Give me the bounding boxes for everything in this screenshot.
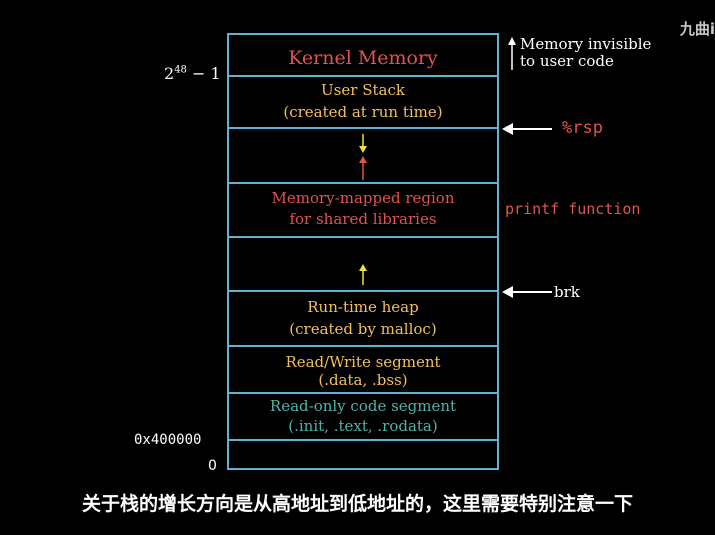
brk-pointer-arrow <box>502 286 552 298</box>
mmap-grow-up-arrow <box>359 156 367 180</box>
brk-label: brk <box>554 283 580 301</box>
growth-arrows <box>359 134 367 285</box>
user-stack-label: User Stack <box>321 81 405 99</box>
divider-heap <box>227 345 499 347</box>
user-stack-sublabel: (created at run time) <box>283 103 443 121</box>
printf-function-label: printf function <box>505 200 641 218</box>
ro-segment-sublabel: (.init, .text, .rodata) <box>288 417 438 435</box>
heap-grow-up-arrow <box>359 264 367 285</box>
rsp-label: %rsp <box>562 118 603 138</box>
divider-rw <box>227 392 499 394</box>
memory-invisible-line2: to user code <box>520 52 614 70</box>
video-subtitle: 关于栈的增长方向是从高地址到低地址的，这里需要特别注意一下 <box>81 493 633 515</box>
invisible-up-arrow <box>508 37 516 70</box>
heap-sublabel: (created by malloc) <box>289 320 437 338</box>
zero-address: 0 <box>208 458 217 474</box>
ro-segment-label: Read-only code segment <box>269 397 457 415</box>
memory-invisible-note: Memory invisible to user code <box>520 36 651 70</box>
memory-invisible-line1: Memory invisible <box>520 35 652 53</box>
heap-label: Run-time heap <box>307 298 419 316</box>
rw-segment-sublabel: (.data, .bss) <box>318 371 408 389</box>
divider-kernel <box>227 75 499 77</box>
stack-grow-down-arrow <box>359 134 367 153</box>
kernel-memory-label: Kernel Memory <box>288 47 438 69</box>
watermark: 九曲i <box>679 20 715 38</box>
rsp-pointer-arrow <box>502 123 552 135</box>
divider-gap2 <box>227 290 499 292</box>
divider-stack <box>227 127 499 129</box>
top-address-label: 248 − 1 <box>164 64 221 83</box>
divider-ro <box>227 439 499 441</box>
text-start-address: 0x400000 <box>134 432 202 448</box>
